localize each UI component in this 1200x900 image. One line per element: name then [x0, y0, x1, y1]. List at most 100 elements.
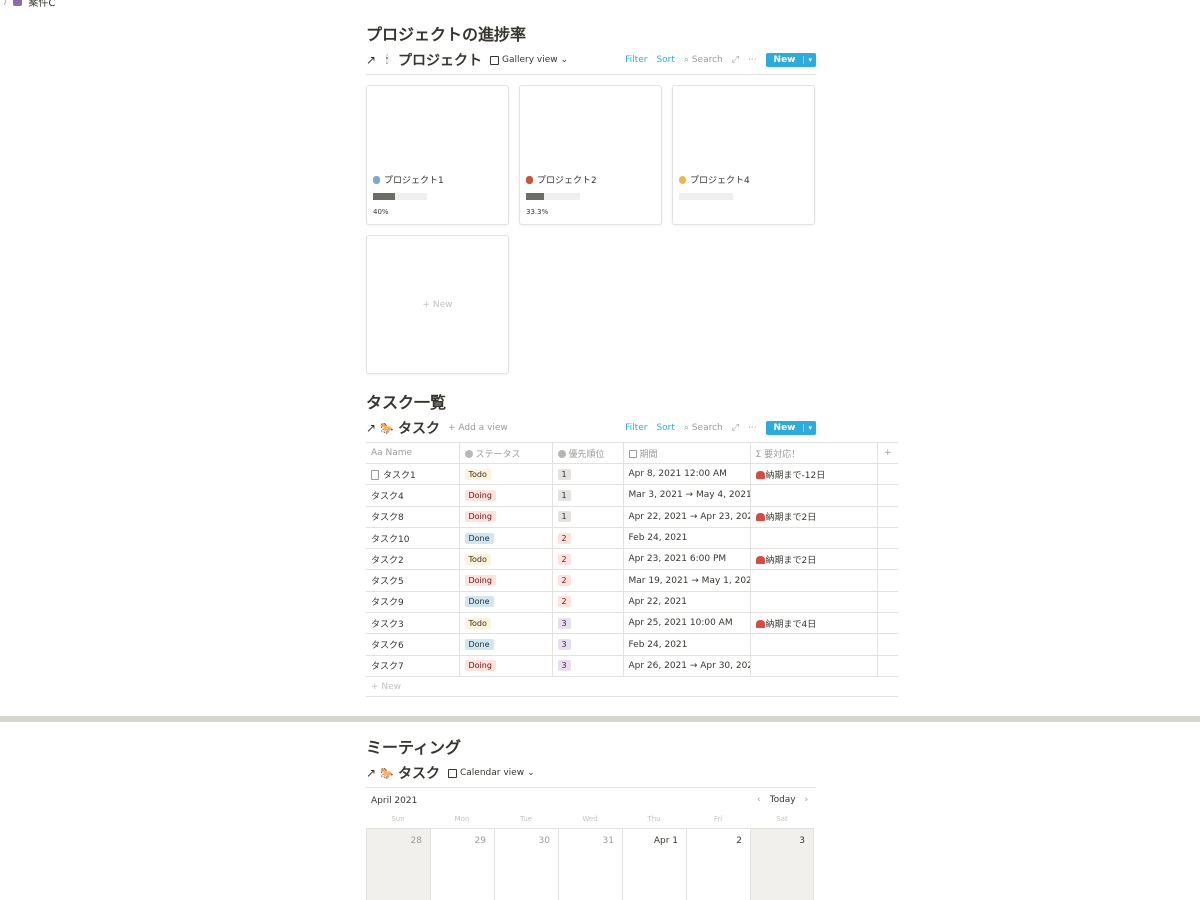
- breadcrumb-page[interactable]: 案件C: [28, 0, 55, 9]
- period-cell[interactable]: Feb 24, 2021: [623, 633, 751, 656]
- tasks-db-title[interactable]: タスク: [398, 418, 440, 438]
- more-options-button[interactable]: ···: [748, 55, 757, 65]
- table-row[interactable]: タスク9 Done 2 Apr 22, 2021: [366, 591, 898, 614]
- table-row[interactable]: タスク4 Doing 1 Mar 3, 2021 → May 4, 2021: [366, 484, 898, 507]
- filter-button[interactable]: Filter: [625, 55, 647, 65]
- task-name-cell[interactable]: タスク10: [366, 527, 460, 550]
- priority-cell[interactable]: 2: [552, 527, 624, 550]
- column-header-priority[interactable]: 優先順位: [552, 442, 624, 464]
- calendar-day-cell[interactable]: 28: [366, 828, 430, 900]
- period-cell[interactable]: Mar 3, 2021 → May 4, 2021: [623, 484, 751, 507]
- chevron-left-icon[interactable]: ‹: [757, 795, 761, 805]
- task-name-cell[interactable]: タスク1: [366, 463, 460, 486]
- gallery-card[interactable]: プロジェクト4: [672, 85, 815, 225]
- chevron-right-icon[interactable]: ›: [805, 795, 809, 805]
- priority-cell[interactable]: 2: [552, 569, 624, 592]
- search-button[interactable]: ⌕ Search: [684, 55, 723, 65]
- alert-cell[interactable]: 納期まで-12日: [750, 463, 878, 486]
- status-cell[interactable]: Done: [459, 633, 553, 656]
- status-cell[interactable]: Doing: [459, 655, 553, 677]
- priority-cell[interactable]: 1: [552, 506, 624, 528]
- add-view-button[interactable]: + Add a view: [448, 423, 508, 433]
- projects-db-title[interactable]: プロジェクト: [398, 50, 482, 70]
- calendar-day-cell[interactable]: 30: [494, 828, 558, 900]
- filter-button[interactable]: Filter: [625, 423, 647, 433]
- more-options-button[interactable]: ···: [748, 423, 757, 433]
- period-cell[interactable]: Apr 25, 2021 10:00 AM: [623, 612, 751, 635]
- gallery-card[interactable]: プロジェクト1 40%: [366, 85, 509, 225]
- priority-cell[interactable]: 3: [552, 633, 624, 656]
- period-cell[interactable]: Mar 19, 2021 → May 1, 2021: [623, 569, 751, 592]
- alert-cell[interactable]: [750, 569, 878, 592]
- alert-cell[interactable]: 納期まで2日: [750, 548, 878, 571]
- task-name-cell[interactable]: タスク5: [366, 569, 460, 592]
- task-name-cell[interactable]: タスク3: [366, 612, 460, 635]
- new-card-button[interactable]: + New: [366, 235, 509, 374]
- table-row[interactable]: タスク5 Doing 2 Mar 19, 2021 → May 1, 2021: [366, 569, 898, 592]
- task-name-cell[interactable]: タスク9: [366, 591, 460, 614]
- task-name-cell[interactable]: タスク7: [366, 655, 460, 677]
- task-name-cell[interactable]: タスク4: [366, 484, 460, 507]
- chevron-down-icon[interactable]: ▾: [803, 56, 816, 64]
- sort-button[interactable]: Sort: [656, 55, 674, 65]
- status-cell[interactable]: Todo: [459, 463, 553, 486]
- new-task-button[interactable]: New ▾: [765, 421, 816, 435]
- column-header-status[interactable]: ステータス: [459, 442, 553, 464]
- period-cell[interactable]: Apr 8, 2021 12:00 AM: [623, 463, 751, 486]
- period-cell[interactable]: Apr 23, 2021 6:00 PM: [623, 548, 751, 571]
- task-name-cell[interactable]: タスク6: [366, 633, 460, 656]
- period-cell[interactable]: Apr 26, 2021 → Apr 30, 2021: [623, 655, 751, 677]
- gallery-view-switch[interactable]: Gallery view ⌄: [490, 55, 568, 65]
- calendar-day-cell[interactable]: 31: [558, 828, 622, 900]
- expand-icon[interactable]: ⤢: [732, 55, 739, 65]
- alert-cell[interactable]: [750, 655, 878, 677]
- period-cell[interactable]: Feb 24, 2021: [623, 527, 751, 550]
- calendar-day-cell[interactable]: 29: [430, 828, 494, 900]
- priority-cell[interactable]: 1: [552, 484, 624, 507]
- column-header-alert[interactable]: Σ 要対応！: [750, 442, 878, 464]
- alert-cell[interactable]: 納期まで2日: [750, 506, 878, 528]
- priority-cell[interactable]: 1: [552, 463, 624, 486]
- tasks-heading[interactable]: タスク一覧: [366, 392, 446, 414]
- column-header-period[interactable]: 期間: [623, 442, 751, 464]
- priority-cell[interactable]: 3: [552, 612, 624, 635]
- add-row-button[interactable]: + New: [366, 677, 898, 697]
- calendar-day-cell[interactable]: 2: [686, 828, 750, 900]
- status-cell[interactable]: Doing: [459, 506, 553, 528]
- priority-cell[interactable]: 2: [552, 548, 624, 571]
- column-header-name[interactable]: Aa Name: [366, 442, 460, 464]
- status-cell[interactable]: Doing: [459, 484, 553, 507]
- priority-cell[interactable]: 3: [552, 655, 624, 677]
- table-row[interactable]: タスク10 Done 2 Feb 24, 2021: [366, 527, 898, 550]
- add-column-button[interactable]: +: [877, 442, 898, 464]
- alert-cell[interactable]: 納期まで4日: [750, 612, 878, 635]
- table-row[interactable]: タスク2 Todo 2 Apr 23, 2021 6:00 PM 納期まで2日: [366, 548, 898, 571]
- status-cell[interactable]: Done: [459, 591, 553, 614]
- meeting-heading[interactable]: ミーティング: [366, 737, 461, 759]
- status-cell[interactable]: Done: [459, 527, 553, 550]
- alert-cell[interactable]: [750, 484, 878, 507]
- task-name-cell[interactable]: タスク8: [366, 506, 460, 528]
- alert-cell[interactable]: [750, 527, 878, 550]
- calendar-day-cell[interactable]: 3: [750, 828, 814, 900]
- status-cell[interactable]: Todo: [459, 612, 553, 635]
- table-row[interactable]: タスク6 Done 3 Feb 24, 2021: [366, 633, 898, 656]
- period-cell[interactable]: Apr 22, 2021: [623, 591, 751, 614]
- gallery-card[interactable]: プロジェクト2 33.3%: [519, 85, 662, 225]
- calendar-db-title[interactable]: タスク: [398, 763, 440, 783]
- calendar-view-switch[interactable]: Calendar view ⌄: [448, 768, 535, 778]
- task-name-cell[interactable]: タスク2: [366, 548, 460, 571]
- table-row[interactable]: タスク1 Todo 1 Apr 8, 2021 12:00 AM 納期まで-12日: [366, 463, 898, 486]
- calendar-day-cell[interactable]: Apr 1: [622, 828, 686, 900]
- priority-cell[interactable]: 2: [552, 591, 624, 614]
- table-row[interactable]: タスク7 Doing 3 Apr 26, 2021 → Apr 30, 2021: [366, 655, 898, 677]
- table-row[interactable]: タスク3 Todo 3 Apr 25, 2021 10:00 AM 納期まで4日: [366, 612, 898, 635]
- alert-cell[interactable]: [750, 591, 878, 614]
- new-project-button[interactable]: New ▾: [765, 53, 816, 67]
- progress-heading[interactable]: プロジェクトの進捗率: [366, 24, 526, 46]
- today-button[interactable]: Today: [770, 795, 796, 805]
- table-row[interactable]: タスク8 Doing 1 Apr 22, 2021 → Apr 23, 2021 納期ま…: [366, 506, 898, 528]
- status-cell[interactable]: Doing: [459, 569, 553, 592]
- expand-icon[interactable]: ⤢: [732, 423, 739, 433]
- search-button[interactable]: ⌕ Search: [684, 423, 723, 433]
